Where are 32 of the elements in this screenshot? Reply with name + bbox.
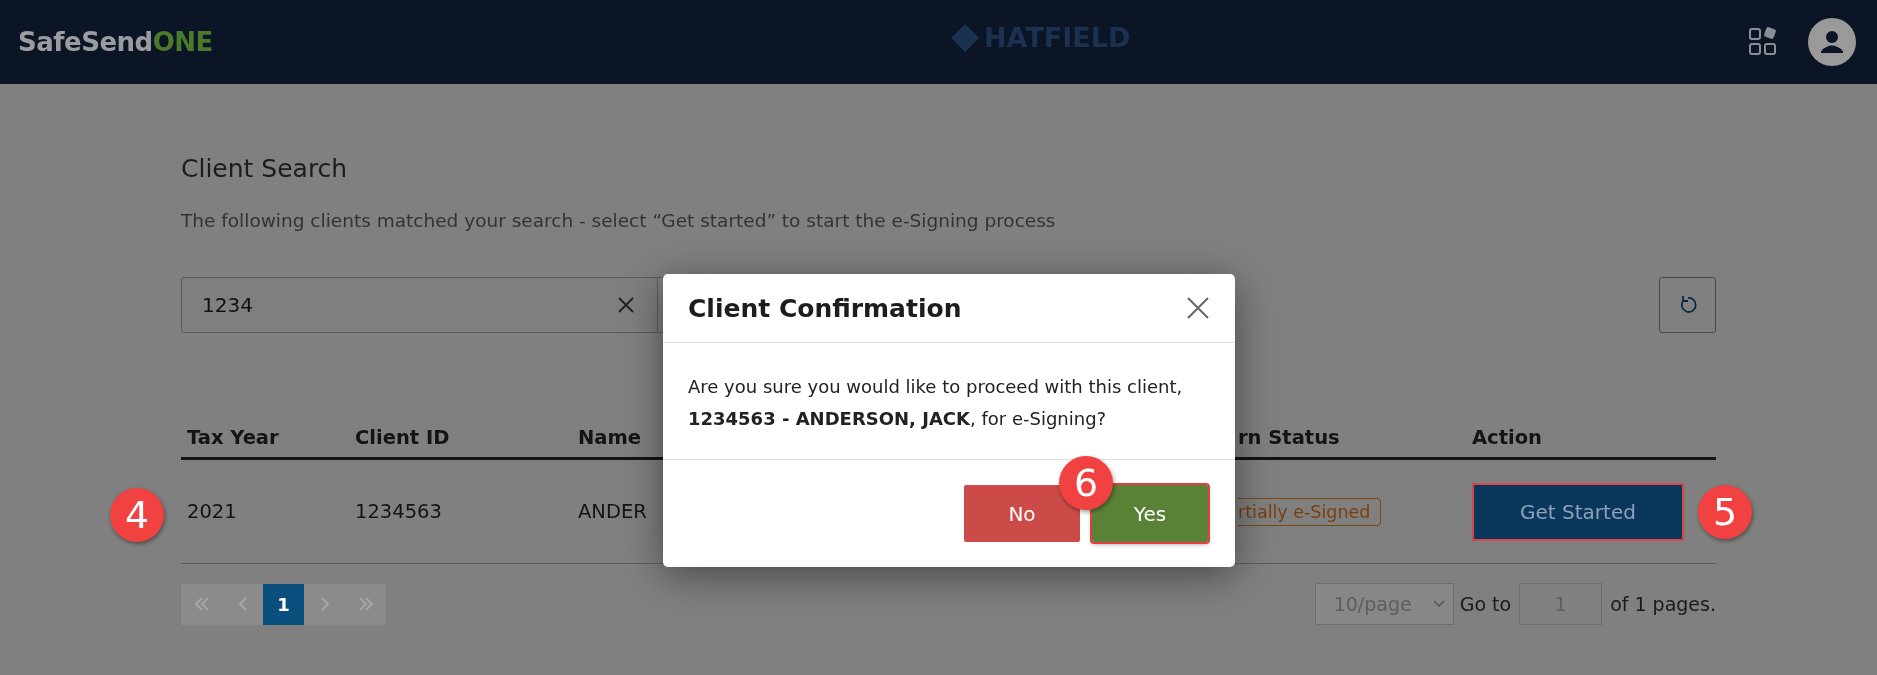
- status-tag: rtially e-Signed: [1238, 497, 1382, 526]
- column-header: Tax Year: [187, 425, 279, 449]
- diamond-logo-icon: [950, 22, 980, 53]
- go-to-label: Go to: [1459, 593, 1512, 615]
- chevron-right-icon: [319, 597, 330, 611]
- chevron-left-icon: [237, 597, 248, 611]
- table-cell: 1234563: [355, 500, 442, 523]
- apps-icon[interactable]: [1748, 27, 1778, 57]
- user-avatar-icon[interactable]: [1808, 18, 1856, 66]
- search-field[interactable]: 1234: [181, 277, 658, 333]
- dialog-message: Are you sure you would like to proceed with this client, 1234563 - ANDERSON, JACK, for e-Signing?: [688, 375, 1184, 431]
- column-header: Client ID: [355, 425, 450, 449]
- get-started-button[interactable]: Get Started: [1472, 482, 1684, 541]
- refresh-button[interactable]: [1659, 277, 1716, 333]
- column-header: rn Status: [1238, 425, 1340, 449]
- double-chevron-left-icon: [193, 597, 210, 611]
- table-cell: ANDER: [578, 500, 647, 523]
- close-icon[interactable]: [1187, 297, 1209, 319]
- table-cell: 2021: [187, 500, 237, 523]
- column-header: Name: [578, 425, 642, 449]
- page-subtitle: The following clients matched your search - select “Get started” to start the e-Signing process: [181, 210, 1057, 232]
- page-title: Client Search: [181, 153, 349, 184]
- double-chevron-right-icon: [357, 597, 374, 611]
- step-number-badge: 4: [110, 488, 164, 542]
- step-number-badge: 5: [1698, 485, 1752, 539]
- clear-icon[interactable]: [617, 296, 635, 314]
- page-count-text: of 1 pages.: [1610, 593, 1716, 615]
- caret-icon: [1432, 600, 1445, 608]
- dialog-title: Client Confirmation: [688, 293, 962, 323]
- column-header: Action: [1472, 425, 1542, 449]
- page-number-button[interactable]: 1: [263, 583, 304, 625]
- brand-logo[interactable]: SafeSendONE: [18, 27, 213, 57]
